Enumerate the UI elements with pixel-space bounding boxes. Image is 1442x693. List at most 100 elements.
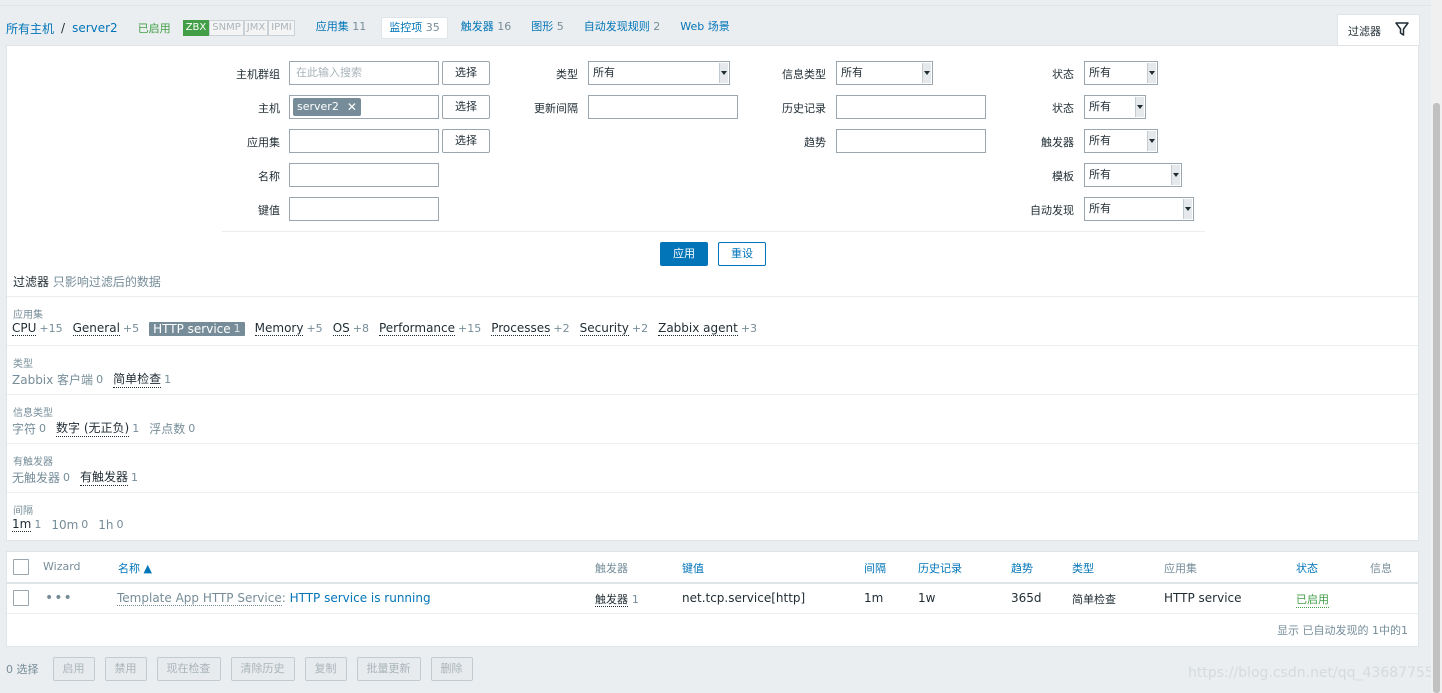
col-wizard: Wizard (43, 560, 81, 573)
key-cell: net.tcp.service[http] (682, 591, 806, 605)
col-interval[interactable]: 间隔 (864, 560, 886, 576)
subfilter-item[interactable]: 1m 1 (12, 517, 41, 532)
template-select-value: 所有 (1089, 168, 1111, 181)
breadcrumb-host[interactable]: server2 (72, 21, 118, 35)
row-checkbox[interactable] (13, 590, 29, 606)
select-all-checkbox[interactable] (13, 559, 29, 575)
subfilter-item[interactable]: Zabbix agent +3 (658, 321, 757, 336)
subfilter-items: CPU +15 General +5 HTTP service 1 Memory +5 OS +8… (12, 321, 757, 336)
host-select-button[interactable]: 选择 (442, 95, 490, 119)
history-cell: 1w (918, 591, 936, 605)
page-scrollbar[interactable] (1431, 0, 1442, 693)
application-select-button[interactable]: 选择 (442, 129, 490, 153)
col-trends[interactable]: 趋势 (1011, 560, 1033, 576)
subfilter-item[interactable]: Performance +15 (378, 321, 481, 336)
trends-input[interactable] (836, 129, 986, 153)
jmx-availability: JMX (243, 20, 269, 36)
host-navigation: 所有主机 / server2 已启用 ZBX SNMP JMX IPMI 应用集… (6, 14, 1336, 42)
subfilter-item[interactable]: CPU +15 (12, 321, 63, 336)
host-group-select-button[interactable]: 选择 (442, 61, 490, 85)
subfilter-item: 字符 0 (12, 420, 46, 437)
subfilter-item-label: 字符 (12, 421, 37, 436)
state-select[interactable]: 所有 (1084, 61, 1158, 85)
filter-toggle-tab[interactable]: 过滤器 (1337, 14, 1420, 46)
enable-button[interactable]: 启用 (52, 657, 95, 681)
host-group-input[interactable]: 在此输入搜索 (289, 61, 439, 85)
update-interval-input[interactable] (588, 95, 738, 119)
filter-tab-label: 过滤器 (1348, 24, 1381, 38)
host-status[interactable]: 已启用 (138, 20, 171, 36)
discovery-select-value: 所有 (1089, 202, 1111, 215)
application-input[interactable] (289, 129, 439, 153)
tab-graphs[interactable]: 图形 5 (524, 17, 571, 39)
check-now-button[interactable]: 现在检查 (156, 657, 221, 681)
tab-items[interactable]: 监控项 35 (381, 17, 448, 39)
subfilter-item[interactable]: Processes +2 (491, 321, 570, 336)
apply-button[interactable]: 应用 (660, 242, 708, 266)
tab-triggers[interactable]: 触发器 16 (454, 17, 519, 39)
status-label: 状态 (1052, 102, 1074, 115)
tab-applications[interactable]: 应用集 11 (309, 17, 374, 39)
scrollbar-thumb[interactable] (1433, 103, 1440, 693)
mass-update-button[interactable]: 批量更新 (356, 657, 421, 681)
col-key[interactable]: 键值 (682, 560, 704, 576)
host-input[interactable]: server2 ✕ (289, 95, 439, 119)
more-options-icon[interactable]: ••• (45, 590, 73, 606)
subfilter-item[interactable]: Security +2 (579, 321, 649, 336)
delete-button[interactable]: 删除 (430, 657, 473, 681)
status-toggle-link[interactable]: 已启用 (1296, 591, 1329, 608)
subfilter-items: 字符 0 数字 (无正负) 1 浮点数 0 (12, 419, 195, 437)
reset-button[interactable]: 重设 (718, 242, 766, 266)
col-history[interactable]: 历史记录 (918, 560, 962, 576)
row-divider (7, 613, 1418, 614)
remove-chip-icon[interactable]: ✕ (347, 98, 357, 116)
subfilter-item-label: Memory (254, 321, 304, 336)
subfilter-item[interactable]: General +5 (72, 321, 139, 336)
subfilter-item[interactable]: 简单检查 1 (113, 370, 171, 388)
info-type-select[interactable]: 所有 (836, 61, 933, 85)
history-input[interactable] (836, 95, 986, 119)
col-status[interactable]: 状态 (1296, 560, 1318, 576)
subfilter-group-label: 有触发器 (13, 457, 53, 468)
chevron-down-icon (1147, 63, 1156, 83)
subfilter-item-count: +5 (306, 322, 323, 335)
subfilter-group-label: 间隔 (13, 506, 33, 517)
subfilter-item[interactable]: Memory +5 (254, 321, 323, 336)
breadcrumb-all-hosts[interactable]: 所有主机 (6, 20, 54, 37)
type-select[interactable]: 所有 (588, 61, 730, 85)
tab-web-scenarios[interactable]: Web 场景 (673, 17, 736, 39)
col-applications: 应用集 (1164, 562, 1197, 575)
col-type[interactable]: 类型 (1072, 560, 1094, 576)
subfilter-item[interactable]: OS +8 (332, 321, 369, 336)
tab-count: 2 (653, 20, 661, 33)
subfilter-item-label: 1h (98, 517, 114, 532)
tab-label: 自动发现规则 (583, 20, 650, 33)
subfilter-group-label: 应用集 (13, 310, 43, 321)
discovery-select[interactable]: 所有 (1084, 197, 1194, 221)
subfilter-item-count: 1 (132, 421, 140, 435)
name-input[interactable] (289, 163, 439, 187)
subfilter-item[interactable]: 数字 (无正负) 1 (56, 419, 139, 437)
item-name-link[interactable]: HTTP service is running (290, 591, 431, 605)
availability-indicators: ZBX SNMP JMX IPMI (182, 20, 295, 36)
subfilter-item[interactable]: HTTP service 1 (149, 321, 245, 336)
col-info: 信息 (1370, 562, 1392, 575)
col-name[interactable]: 名称 ▲ (118, 560, 152, 576)
filter-divider (222, 231, 1205, 232)
subfilter-item-count: +8 (352, 322, 369, 335)
subfilter-item[interactable]: 有触发器 1 (80, 468, 138, 486)
template-select[interactable]: 所有 (1084, 163, 1182, 187)
triggers-select[interactable]: 所有 (1084, 129, 1158, 153)
template-link[interactable]: Template App HTTP Service (117, 591, 282, 606)
subfilter-item-count: +2 (631, 322, 649, 335)
subfilter-item-count: 0 (63, 470, 71, 484)
tab-label: 监控项 (389, 21, 423, 34)
clear-history-button[interactable]: 清除历史 (230, 657, 295, 681)
triggers-link[interactable]: 触发器 (595, 593, 628, 607)
status-select[interactable]: 所有 (1084, 95, 1146, 119)
disable-button[interactable]: 禁用 (104, 657, 147, 681)
tab-discovery-rules[interactable]: 自动发现规则 2 (577, 17, 668, 39)
key-input[interactable] (289, 197, 439, 221)
subfilter-group: 信息类型 字符 0 数字 (无正负) 1 浮点数 0 (7, 394, 1418, 443)
copy-button[interactable]: 复制 (304, 657, 347, 681)
